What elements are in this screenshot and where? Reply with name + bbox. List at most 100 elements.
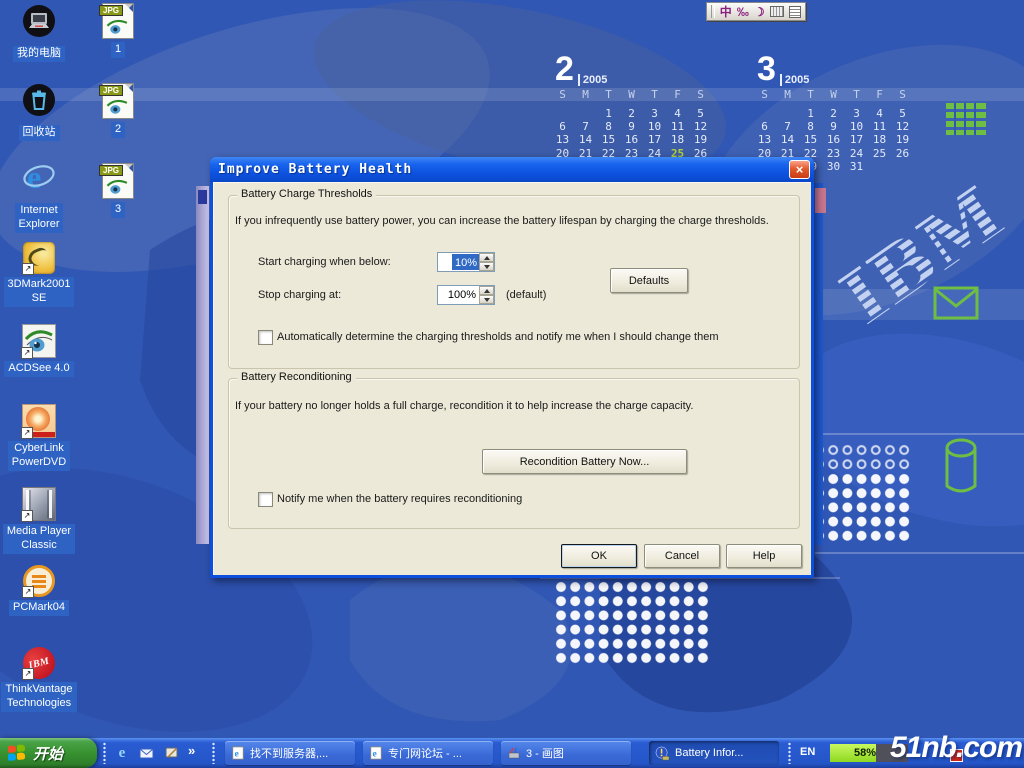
desktop-icon-label: ACDSee 4.0: [4, 361, 73, 377]
language-bar[interactable]: 中 ‰ ☽: [706, 2, 806, 21]
calendar-day: 2: [620, 107, 643, 120]
background-window-edge[interactable]: [196, 186, 209, 544]
calendar-weekday-header: F: [666, 88, 689, 101]
desktop-icon-label: 回收站: [19, 125, 60, 141]
taskbar-task-server-not-found[interactable]: e 找不到服务器,...: [225, 741, 355, 765]
background-window-edge[interactable]: [814, 183, 823, 545]
pcmark-icon: ↗: [23, 565, 55, 597]
desktop-icon-pcmark04[interactable]: ↗ PCMark04: [0, 565, 85, 616]
auto-thresholds-checkbox[interactable]: [258, 330, 273, 345]
task-button-label: Battery Infor...: [675, 747, 743, 759]
taskbar-task-battery-information[interactable]: Battery Infor...: [649, 741, 779, 765]
jpg-file-icon: JPG: [102, 3, 134, 39]
quick-launch-ie-icon[interactable]: e: [113, 744, 131, 762]
ime-pen-icon[interactable]: ☽: [754, 6, 765, 18]
ok-button[interactable]: OK: [561, 544, 637, 568]
calendar-day: 18: [868, 133, 891, 146]
dialog-title: Improve Battery Health: [218, 162, 412, 177]
calendar-day: 19: [689, 133, 712, 146]
green-cylinder-icon: [944, 438, 978, 496]
close-icon[interactable]: ×: [789, 160, 810, 179]
help-button[interactable]: Help: [726, 544, 802, 568]
calendar-month-number: 2: [555, 52, 574, 86]
calendar-day: 14: [574, 133, 597, 146]
shortcut-arrow-icon: ↗: [21, 510, 33, 522]
desktop-icon-jpg-1[interactable]: JPG 1: [72, 3, 164, 58]
notify-recondition-checkbox[interactable]: [258, 492, 273, 507]
dialog-titlebar[interactable]: Improve Battery Health: [210, 157, 814, 182]
calendar-year: 2005: [780, 74, 809, 86]
taskbar: 开始 e » e 找不到服务器,... e 专门网论坛 - ... 3 - 画图…: [0, 738, 1024, 768]
calendar-day: 11: [666, 120, 689, 133]
quick-launch-grip[interactable]: [212, 742, 215, 764]
calendar-weekday-header: M: [574, 88, 597, 101]
quick-launch-overflow-chevron[interactable]: »: [188, 743, 195, 758]
stop-charging-value[interactable]: 100%: [438, 286, 479, 304]
ime-chinese-mode-icon[interactable]: 中: [720, 6, 732, 18]
calendar-day: 7: [776, 120, 799, 133]
tray-grip[interactable]: [788, 742, 791, 764]
spinner-up-button[interactable]: [479, 253, 494, 262]
desktop-icon-label: 1: [111, 42, 125, 58]
calendar-day: 4: [666, 107, 689, 120]
spinner-down-button[interactable]: [479, 295, 494, 304]
calendar-day: 8: [799, 120, 822, 133]
calendar-day: 1: [799, 107, 822, 120]
language-indicator[interactable]: EN: [800, 746, 815, 758]
calendar-day: 1: [597, 107, 620, 120]
calendar-day: 10: [845, 120, 868, 133]
battery-meter[interactable]: 58%: [830, 744, 908, 762]
calendar-day: [868, 160, 891, 173]
recondition-description: If your battery no longer holds a full c…: [235, 400, 795, 412]
auto-thresholds-checkbox-label[interactable]: Automatically determine the charging thr…: [277, 331, 787, 343]
background-window-edge-detail: [815, 188, 826, 213]
start-button[interactable]: 开始: [0, 738, 97, 768]
quick-launch-grip[interactable]: [103, 742, 106, 764]
calendar-year: 2005: [578, 74, 607, 86]
group-title: Battery Charge Thresholds: [237, 188, 376, 200]
spinner-up-button[interactable]: [479, 286, 494, 295]
windows-logo-icon: [8, 744, 27, 763]
ime-fullwidth-icon[interactable]: ‰: [737, 6, 749, 18]
calendar-day: 17: [845, 133, 868, 146]
calendar-day: 16: [620, 133, 643, 146]
desktop-icon-acdsee[interactable]: ↗ ACDSee 4.0: [0, 324, 85, 377]
taskbar-task-forum[interactable]: e 专门网论坛 - ...: [363, 741, 493, 765]
charge-description: If you infrequently use battery power, y…: [235, 215, 795, 227]
soft-keyboard-icon[interactable]: [770, 6, 785, 17]
calendar-day: 9: [620, 120, 643, 133]
quick-launch-mail-icon[interactable]: [138, 744, 156, 762]
calendar-weekday-header: T: [845, 88, 868, 101]
desktop-icon-media-player-classic[interactable]: ↗ Media Player Classic: [0, 487, 85, 554]
desktop-icon-jpg-3[interactable]: JPG 3: [72, 163, 164, 218]
start-charging-value[interactable]: 10%: [452, 254, 479, 270]
notify-recondition-checkbox-label[interactable]: Notify me when the battery requires reco…: [277, 493, 677, 505]
calendar-weekday-header: T: [597, 88, 620, 101]
defaults-button[interactable]: Defaults: [610, 268, 688, 293]
taskbar-task-paint[interactable]: 3 - 画图: [501, 741, 631, 765]
media-player-classic-icon: ↗: [22, 487, 56, 521]
desktop-icon-jpg-2[interactable]: JPG 2: [72, 83, 164, 138]
desktop-icon-label: 3: [111, 202, 125, 218]
task-button-label: 专门网论坛 - ...: [388, 745, 462, 761]
dot-pattern-filled: [812, 472, 912, 544]
calendar-weekday-header: S: [891, 88, 914, 101]
desktop-icon-powerdvd[interactable]: ↗ CyberLink PowerDVD: [0, 404, 85, 471]
language-bar-grip[interactable]: [711, 5, 715, 18]
quick-launch-show-desktop-icon[interactable]: [163, 744, 181, 762]
recondition-battery-now-button[interactable]: Recondition Battery Now...: [482, 449, 687, 474]
jpg-badge: JPG: [99, 5, 123, 16]
spinner-down-button[interactable]: [479, 262, 494, 271]
calendar-day: 19: [891, 133, 914, 146]
shortcut-arrow-icon: ↗: [22, 263, 34, 275]
calendar-day: 5: [689, 107, 712, 120]
jpg-file-icon: JPG: [102, 163, 134, 199]
desktop-icon-3dmark2001[interactable]: ↗ 3DMark2001 SE: [0, 242, 85, 307]
ime-menu-icon[interactable]: [789, 6, 801, 18]
desktop-icon-thinkvantage[interactable]: IBM ↗ ThinkVantage Technologies: [0, 647, 85, 712]
cancel-button[interactable]: Cancel: [644, 544, 720, 568]
calendar-day: 15: [799, 133, 822, 146]
tray-notification-icon[interactable]: [950, 749, 963, 762]
shortcut-arrow-icon: ↗: [21, 427, 33, 439]
calendar-day: 12: [689, 120, 712, 133]
